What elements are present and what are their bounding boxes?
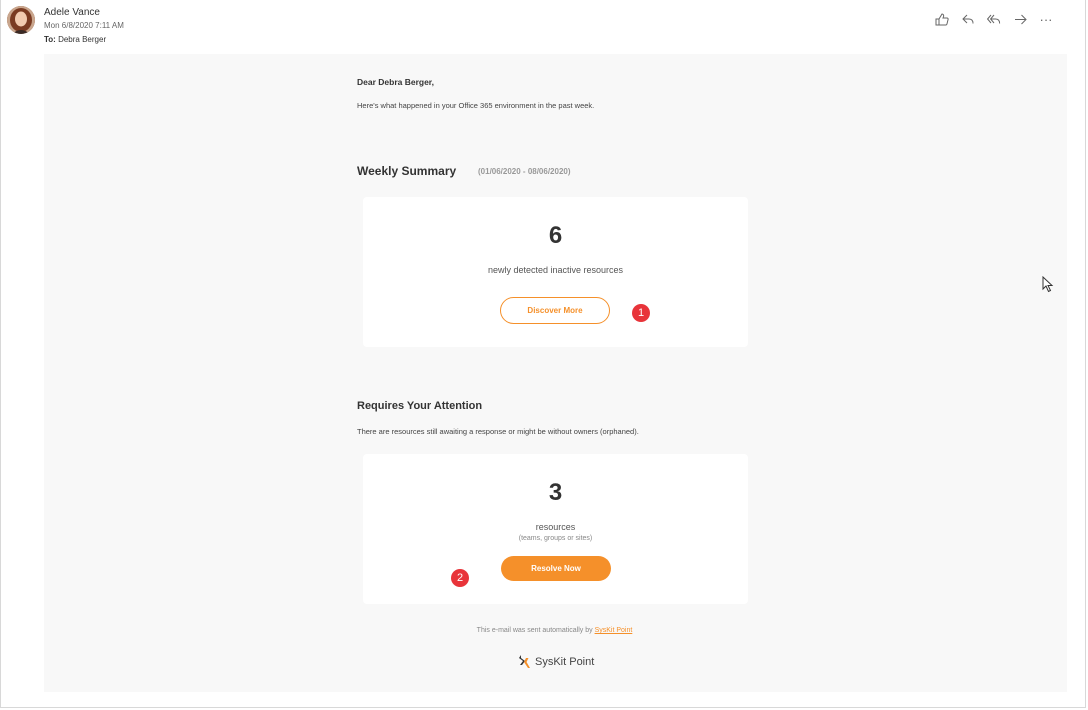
message-header: Adele Vance Mon 6/8/2020 7:11 AM To: Deb… bbox=[0, 0, 1088, 54]
attention-text: There are resources still awaiting a res… bbox=[357, 427, 639, 436]
sender-avatar[interactable] bbox=[7, 6, 35, 34]
recipient-name[interactable]: Debra Berger bbox=[58, 35, 106, 44]
orphaned-resources-label: resources bbox=[535, 522, 576, 532]
like-icon[interactable] bbox=[934, 10, 950, 28]
attention-card: 3 resources (teams, groups or sites) Res… bbox=[363, 454, 748, 604]
inactive-resources-count: 6 bbox=[548, 222, 563, 249]
forward-icon[interactable] bbox=[1012, 10, 1028, 28]
mouse-pointer-icon bbox=[1042, 276, 1054, 293]
weekly-summary-range: (01/06/2020 - 08/06/2020) bbox=[478, 167, 571, 176]
inactive-resources-label: newly detected inactive resources bbox=[487, 265, 624, 275]
syskit-logo-icon bbox=[519, 655, 530, 668]
syskit-point-logo: SysKit Point bbox=[518, 654, 594, 669]
sender-name[interactable]: Adele Vance bbox=[44, 7, 100, 18]
to-label: To: bbox=[44, 35, 56, 44]
weekly-summary-title: Weekly Summary bbox=[357, 164, 457, 178]
orphaned-resources-count: 3 bbox=[548, 479, 563, 506]
step-marker-2: 2 bbox=[451, 569, 469, 587]
orphaned-resources-sublabel: (teams, groups or sites) bbox=[518, 535, 593, 542]
discover-more-button[interactable]: Discover More bbox=[500, 297, 610, 324]
greeting: Dear Debra Berger, bbox=[357, 77, 435, 87]
resolve-now-button[interactable]: Resolve Now bbox=[501, 556, 611, 581]
intro-text: Here's what happened in your Office 365 … bbox=[357, 101, 595, 110]
recipient-line: To: Debra Berger bbox=[44, 35, 106, 44]
syskit-point-link[interactable]: SysKit Point bbox=[595, 627, 633, 634]
reply-icon[interactable] bbox=[960, 10, 976, 28]
reply-all-icon[interactable] bbox=[986, 10, 1002, 28]
more-icon[interactable]: ··· bbox=[1038, 10, 1054, 28]
syskit-brand-text: SysKit Point bbox=[535, 655, 595, 668]
attention-title: Requires Your Attention bbox=[357, 400, 483, 412]
step-marker-1: 1 bbox=[632, 304, 650, 322]
sent-date: Mon 6/8/2020 7:11 AM bbox=[44, 21, 124, 30]
message-actions: ··· bbox=[934, 10, 1054, 28]
footer-note-text: This e-mail was sent automatically by bbox=[476, 627, 593, 634]
footer-note: This e-mail was sent automatically by Sy… bbox=[357, 627, 752, 634]
weekly-summary-card: 6 newly detected inactive resources Disc… bbox=[363, 197, 748, 347]
